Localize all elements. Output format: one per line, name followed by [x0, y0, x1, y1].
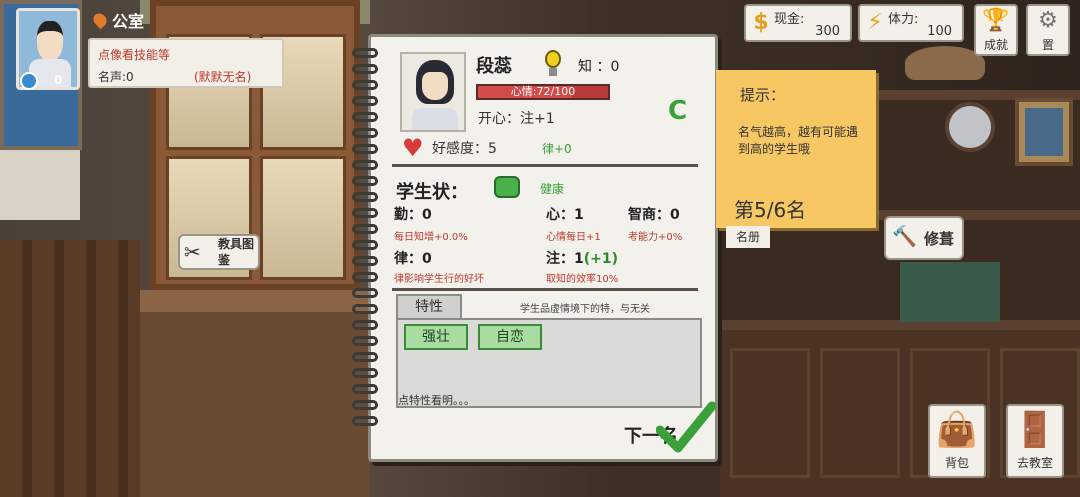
- stat-discipline: 律：0: [394, 251, 432, 267]
- hammer-icon: 🔨: [892, 224, 917, 248]
- achievements-button[interactable]: 🏆 成就: [974, 4, 1018, 56]
- status-title: 学生状：: [396, 182, 468, 203]
- teaching-tools-button[interactable]: ✂ 教具图鉴: [178, 234, 260, 270]
- money-icon: $: [753, 10, 769, 35]
- lightning-icon: ⚡: [867, 10, 883, 35]
- student-grade: C: [668, 96, 688, 126]
- desk: [140, 290, 370, 497]
- bag-button[interactable]: 👜 背包: [928, 404, 986, 478]
- trait-tag[interactable]: 自恋: [478, 324, 542, 350]
- stat-iq: 智商：0: [628, 207, 680, 223]
- cash-label: 现金:: [774, 12, 805, 27]
- knowledge-value: 知 ：0: [578, 59, 620, 75]
- go-classroom-button[interactable]: 🚪 去教室: [1006, 404, 1064, 478]
- bulb-badge-icon: [20, 72, 38, 90]
- mood-effect: 开心：注+1: [478, 111, 555, 127]
- trait-tag[interactable]: 强壮: [404, 324, 468, 350]
- traits-tab[interactable]: 特性: [396, 294, 462, 318]
- tools-icon: ✂: [184, 240, 201, 264]
- skill-tip: 点像看技能等: [98, 48, 171, 62]
- stat-heart: 心：1: [546, 207, 584, 223]
- bag-label: 背包: [944, 456, 969, 470]
- book-stack: [900, 262, 1000, 322]
- notebook-rings: [352, 48, 378, 448]
- location-name: 公室: [112, 12, 145, 31]
- cash-display: $ 现金: 300: [744, 4, 852, 42]
- stat-diligence: 勤：0: [394, 207, 432, 223]
- go-classroom-label: 去教室: [1016, 456, 1053, 470]
- mood-text: 心情:72/100: [510, 85, 576, 98]
- stat-focus-desc: 取知的效率10%: [546, 274, 619, 285]
- achievements-label: 成就: [983, 38, 1008, 52]
- stat-focus-bonus: (+1): [583, 251, 619, 267]
- stamina-label: 体力:: [888, 12, 919, 27]
- health-status: 健康: [540, 182, 565, 196]
- settings-button[interactable]: ⚙ 置: [1026, 4, 1070, 56]
- cash-value: 300: [815, 24, 840, 39]
- tip-title: 提示：: [740, 86, 786, 104]
- location: 公室: [90, 8, 145, 32]
- hat: [905, 46, 985, 80]
- photo-frame: [1015, 98, 1073, 166]
- repair-button[interactable]: 🔨 修葺: [884, 216, 964, 260]
- checkmark-icon: [656, 401, 716, 453]
- stat-focus: 注：1(+1): [546, 248, 618, 268]
- stat-focus-value: 注：1: [546, 251, 584, 267]
- stamina-display: ⚡ 体力: 100: [858, 4, 964, 42]
- heart-icon: ♥: [402, 134, 424, 162]
- bag-icon: 👜: [935, 410, 979, 450]
- divider: [392, 164, 698, 167]
- gear-icon: ⚙: [1038, 8, 1058, 33]
- teaching-tools-label: 教具图鉴: [218, 237, 255, 267]
- desk-top: [140, 290, 370, 312]
- tip-note: 提示： 名气越高，越有可能遇到高的学生哦 第5/6名: [716, 70, 876, 228]
- wall-clock: [945, 102, 995, 152]
- door-icon: 🚪: [1013, 410, 1057, 450]
- stat-diligence-desc: 每日知增+0.0%: [394, 232, 468, 243]
- health-face-icon: [494, 176, 520, 198]
- trophy-icon: 🏆: [982, 8, 1010, 33]
- lightbulb-icon: [542, 50, 564, 78]
- fame-label: 名声:0: [98, 70, 134, 84]
- fame-title: (默默无名): [194, 70, 252, 84]
- repair-label: 修葺: [924, 230, 955, 248]
- trait-description: 点特性看明。。。: [398, 394, 475, 407]
- chair: [0, 240, 140, 497]
- stat-iq-desc: 考能力+0%: [628, 232, 683, 243]
- roster-label: 名册: [726, 226, 770, 248]
- player-info-card[interactable]: 点像看技能等 名声:0 (默默无名): [88, 38, 284, 88]
- stat-heart-desc: 心情每日+1: [546, 232, 601, 243]
- stamina-value: 100: [927, 24, 952, 39]
- student-portrait: [400, 52, 466, 132]
- badge-count: 0: [54, 73, 63, 87]
- location-pin-icon: [90, 10, 110, 30]
- wall-calendar: [0, 150, 80, 220]
- tip-message: 名气越高，越有可能遇到高的学生哦: [738, 125, 859, 156]
- rank-indicator: 第5/6名: [734, 198, 807, 222]
- divider-2: [392, 288, 698, 291]
- traits-hint: 学生品虚情境下的特，与无关: [520, 304, 650, 315]
- student-name: 段蕊: [476, 56, 512, 77]
- favor-bonus: 律+0: [542, 142, 572, 156]
- settings-label: 置: [1041, 38, 1054, 52]
- favor-value: 好感度：5: [432, 141, 497, 157]
- stat-discipline-desc: 律影响学生行的好坏: [394, 274, 484, 285]
